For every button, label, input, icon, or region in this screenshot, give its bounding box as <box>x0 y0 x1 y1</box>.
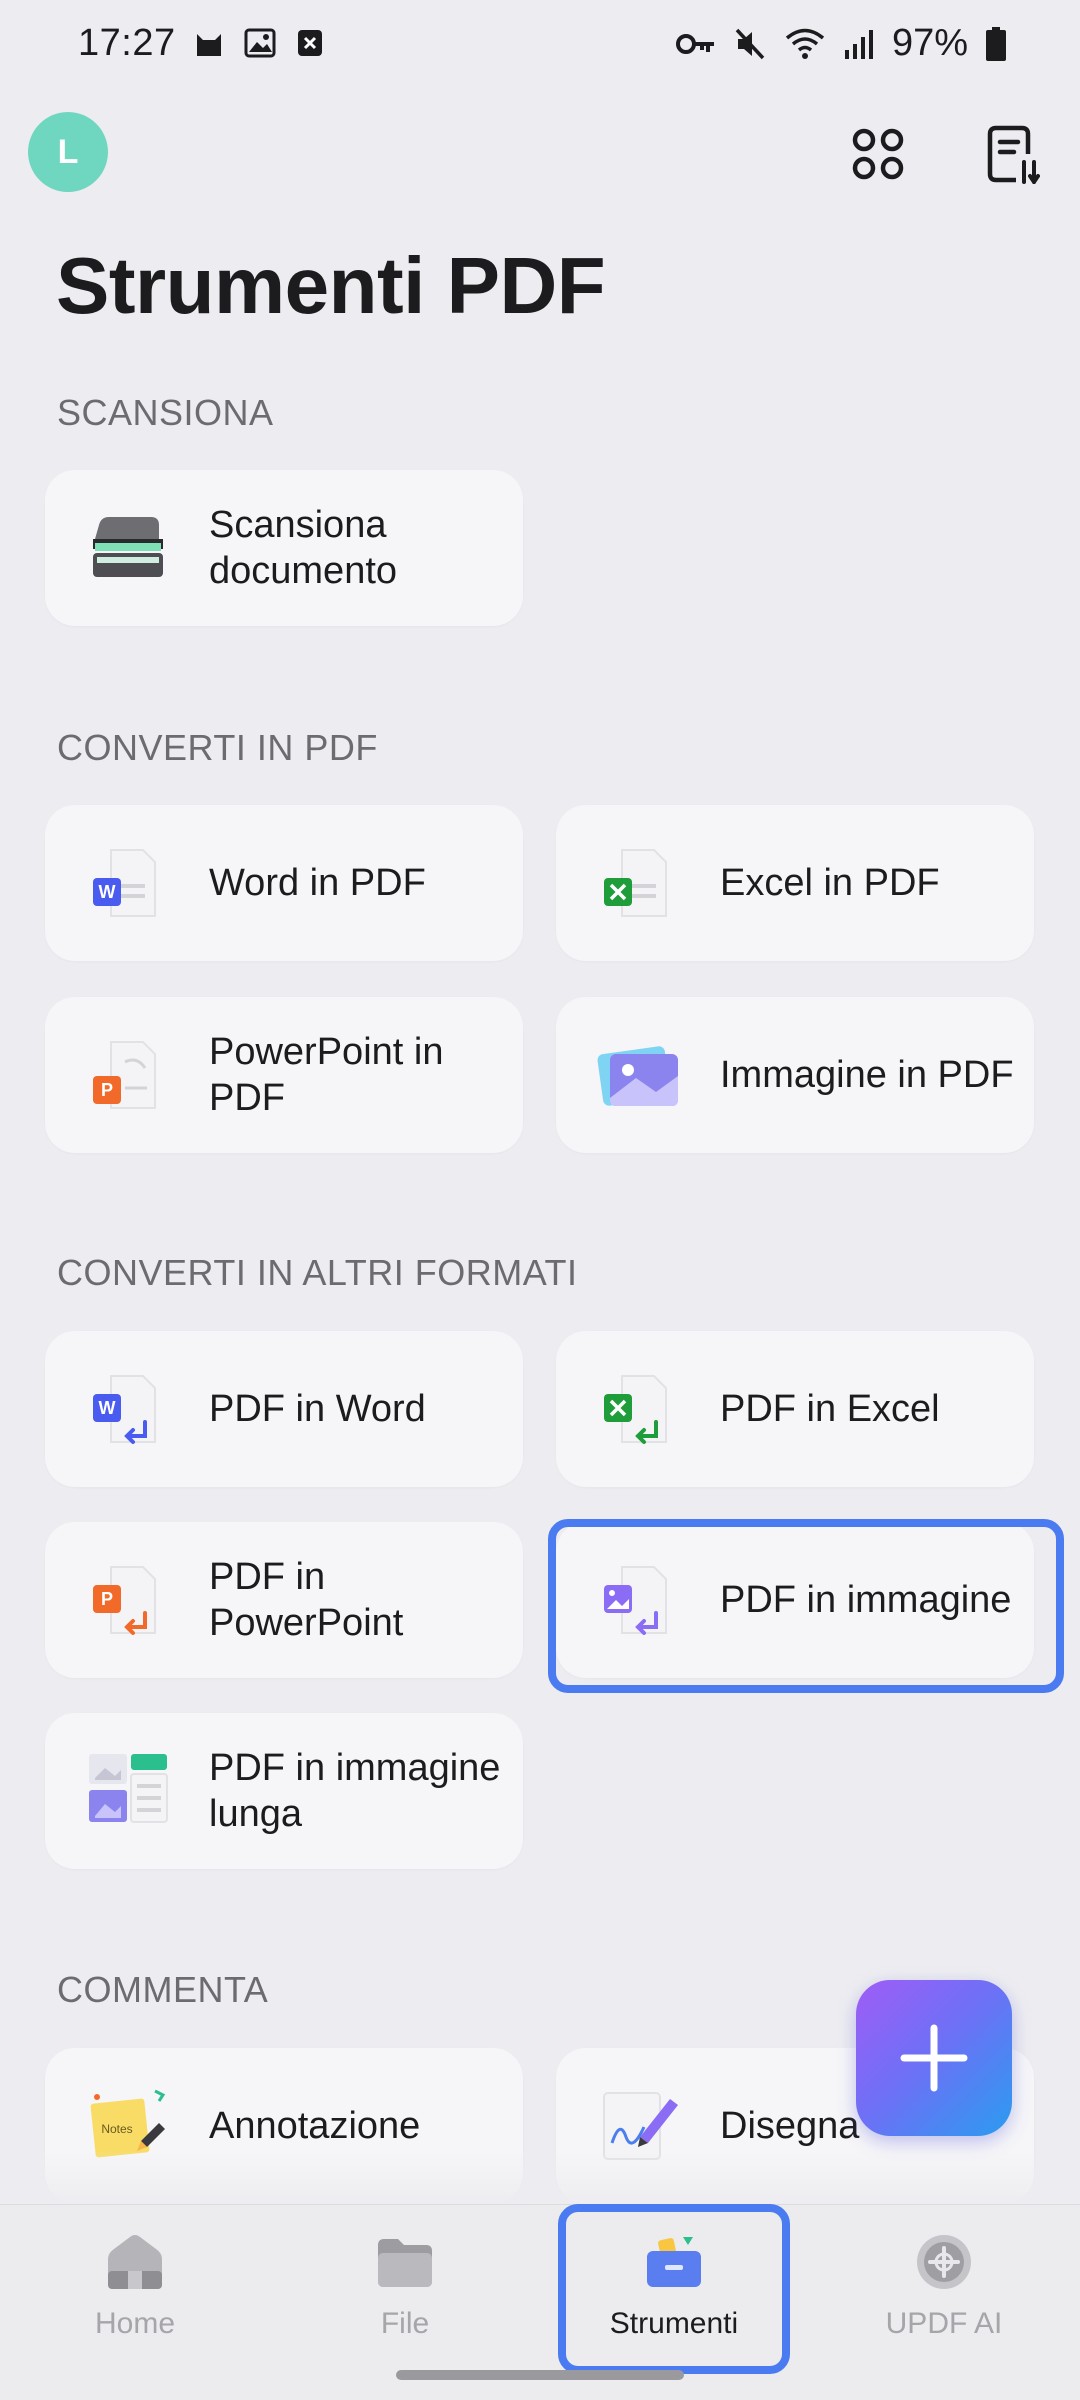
nav-label-updf-ai: UPDF AI <box>885 2307 1003 2340</box>
signal-icon <box>844 29 873 59</box>
scanner-icon <box>85 505 171 591</box>
tool-excel-to-pdf[interactable]: Excel in PDF <box>556 805 1034 961</box>
nav-updf-ai[interactable]: UPDF AI <box>844 2227 1044 2367</box>
tool-scan-document[interactable]: Scansiona documento <box>45 470 523 626</box>
nav-label-strumenti: Strumenti <box>609 2307 739 2340</box>
word-to-pdf-icon: W <box>85 840 171 926</box>
tool-label: PowerPoint in PDF <box>209 1031 444 1119</box>
tool-pdf-to-image[interactable]: PDF in immagine <box>556 1522 1034 1678</box>
status-right-icons: 97% <box>675 22 1006 65</box>
tool-label: Disegna <box>720 2105 860 2147</box>
tool-label: Scansiona documento <box>209 504 398 592</box>
tool-powerpoint-to-pdf[interactable]: P PowerPoint in PDF <box>45 997 523 1153</box>
tool-label: Excel in PDF <box>720 862 940 904</box>
page-title: Strumenti PDF <box>56 241 606 330</box>
svg-text:W: W <box>99 1398 116 1418</box>
svg-text:P: P <box>101 1080 113 1100</box>
tool-label: PDF in Excel <box>720 1388 940 1430</box>
battery-icon <box>986 26 1006 61</box>
tool-image-to-pdf[interactable]: Immagine in PDF <box>556 997 1034 1153</box>
status-bar: 17:27 97% <box>0 0 1080 90</box>
excel-to-pdf-icon <box>596 840 682 926</box>
nav-home[interactable]: Home <box>35 2227 235 2367</box>
nav-label-home: Home <box>94 2307 176 2340</box>
home-indicator[interactable] <box>396 2370 684 2380</box>
tool-label: PDF in Word <box>209 1388 426 1430</box>
status-time: 17:27 <box>78 22 176 64</box>
avatar[interactable]: L <box>28 112 108 192</box>
pdf-to-image-icon <box>596 1557 682 1643</box>
key-icon <box>675 33 714 54</box>
tool-label: PDF in immagine <box>720 1579 1012 1621</box>
home-icon <box>100 2227 170 2297</box>
plus-icon <box>900 2024 968 2092</box>
mute-icon <box>735 28 765 59</box>
folder-icon <box>370 2227 440 2297</box>
status-notification-icons <box>194 28 324 58</box>
pdf-to-long-image-icon <box>85 1748 171 1834</box>
cat-notification-icon <box>197 34 221 56</box>
nav-strumenti[interactable]: Strumenti <box>574 2227 774 2367</box>
sort-files-button[interactable] <box>976 118 1048 190</box>
tool-label: Word in PDF <box>209 862 426 904</box>
grid-icon <box>852 128 904 180</box>
add-button[interactable] <box>856 1980 1012 2136</box>
tool-pdf-to-excel[interactable]: PDF in Excel <box>556 1331 1034 1487</box>
wifi-icon <box>785 28 825 59</box>
ai-icon <box>909 2227 979 2297</box>
tool-label: PDF in immagine lunga <box>209 1747 501 1835</box>
svg-text:P: P <box>101 1589 113 1609</box>
pdf-to-word-icon: W <box>85 1366 171 1452</box>
section-title-scansiona: SCANSIONA <box>57 392 274 433</box>
tool-word-to-pdf[interactable]: W Word in PDF <box>45 805 523 961</box>
pdf-to-powerpoint-icon: P <box>85 1557 171 1643</box>
tool-label: Annotazione <box>209 2105 421 2147</box>
battery-percent: 97% <box>891 22 968 64</box>
close-box-notification-icon <box>298 30 322 56</box>
tool-pdf-to-long-image[interactable]: PDF in immagine lunga <box>45 1713 523 1869</box>
powerpoint-to-pdf-icon: P <box>85 1032 171 1118</box>
image-to-pdf-icon <box>596 1032 682 1118</box>
toolbox-icon <box>639 2227 709 2297</box>
grid-view-button[interactable] <box>842 118 914 190</box>
nav-label-file: File <box>380 2307 430 2340</box>
screen: 17:27 97% L Strumenti PDF SCANSIONA Scan… <box>0 0 1080 2400</box>
tool-label: PDF in PowerPoint <box>209 1556 404 1644</box>
svg-text:W: W <box>99 882 116 902</box>
image-notification-icon <box>244 28 276 58</box>
section-title-converti-in-pdf: CONVERTI IN PDF <box>57 727 378 768</box>
tool-pdf-to-word[interactable]: W PDF in Word <box>45 1331 523 1487</box>
tool-pdf-to-powerpoint[interactable]: P PDF in PowerPoint <box>45 1522 523 1678</box>
nav-file[interactable]: File <box>305 2227 505 2367</box>
section-title-converti-in-altri-formati: CONVERTI IN ALTRI FORMATI <box>57 1252 578 1293</box>
pdf-to-excel-icon <box>596 1366 682 1452</box>
bottom-fade <box>0 2150 1080 2206</box>
document-sort-icon <box>987 125 1040 184</box>
tool-label: Immagine in PDF <box>720 1054 1014 1096</box>
section-title-commenta: COMMENTA <box>57 1969 269 2010</box>
svg-text:Notes: Notes <box>101 2122 132 2136</box>
